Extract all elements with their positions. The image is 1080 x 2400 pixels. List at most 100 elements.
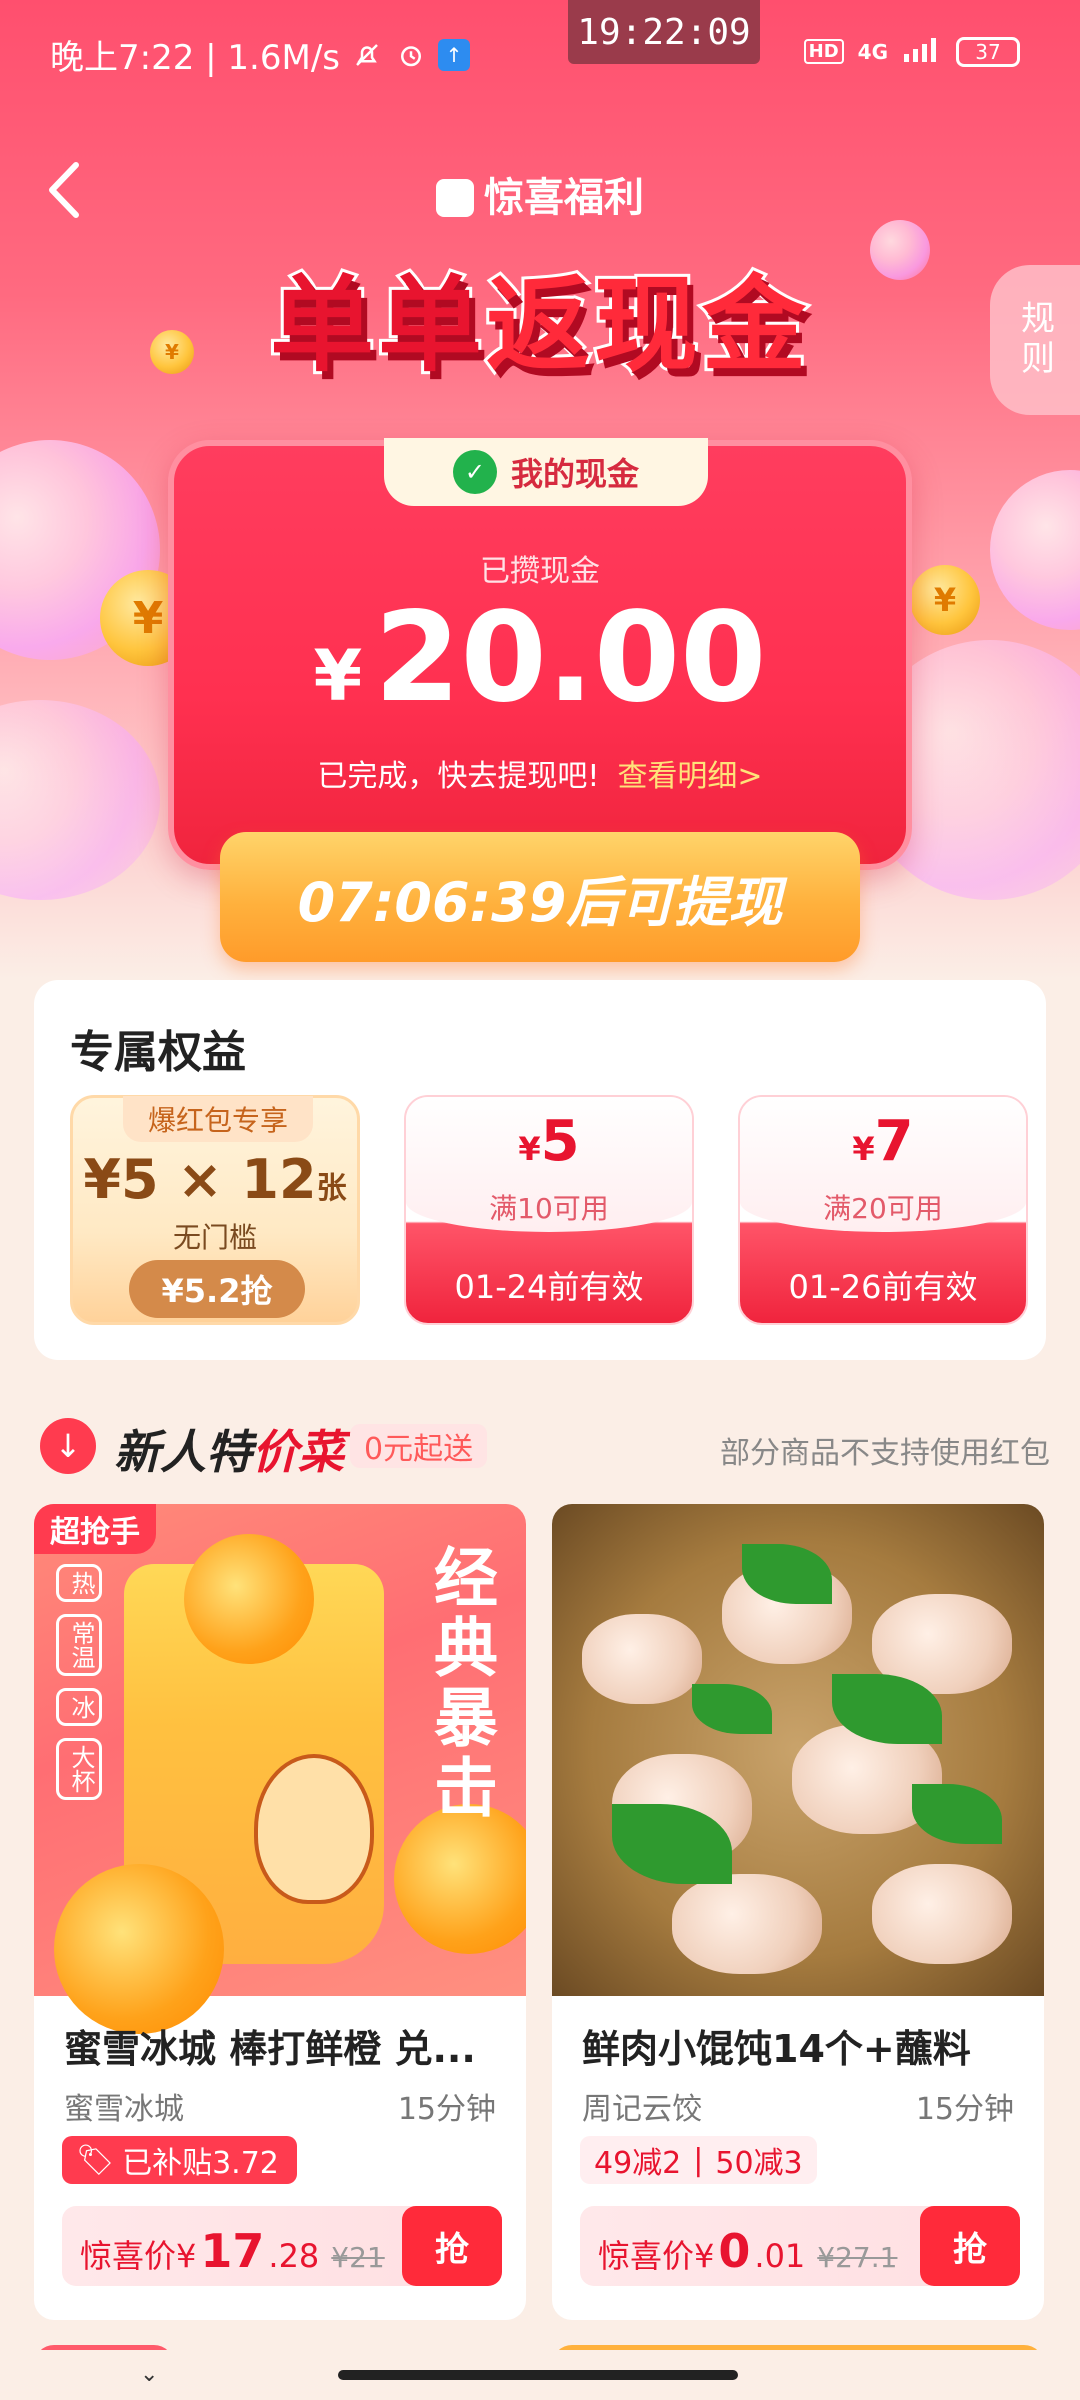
- app-notification-icon: ↑: [438, 38, 470, 71]
- section-title: 新人特价菜: [114, 1416, 344, 1482]
- status-clock: 19:22:09: [568, 0, 760, 64]
- home-gesture-handle[interactable]: [338, 2370, 738, 2380]
- price-label: 惊喜价¥: [598, 2237, 715, 2275]
- brand-text: 惊喜福利: [484, 175, 644, 221]
- grab-button[interactable]: 抢: [920, 2206, 1020, 2286]
- mute-bell-icon: [350, 38, 384, 72]
- product-card[interactable]: 鲜肉小馄饨14个+蘸料 周记云饺 15分钟 49减2 | 50减3 惊喜价¥ 0…: [552, 1504, 1044, 2320]
- tag-icon: 🏷: [76, 2142, 115, 2178]
- coupon-amount: 5: [540, 1109, 580, 1174]
- price-int: 17: [200, 2224, 265, 2278]
- decor-bubble: [0, 700, 160, 900]
- discount-tag: 49减2: [594, 2146, 682, 2181]
- status-bar: 晚上7:22 | 1.6M/s ↑ 19:22:09 HD 4G 37: [0, 0, 1080, 104]
- currency-symbol: ¥: [313, 635, 363, 717]
- coupon-card[interactable]: ¥5 满10可用 01-24前有效: [404, 1095, 694, 1325]
- system-nav-bar: ⌄: [0, 2350, 1080, 2400]
- price-int: 0: [718, 2224, 751, 2278]
- drink-options: 热 常温 冰 大杯: [56, 1564, 102, 1800]
- cash-amount: ¥20.00: [174, 586, 906, 730]
- product-image[interactable]: [552, 1504, 1044, 1996]
- wonton-shape: [672, 1874, 822, 1974]
- price-bar[interactable]: 惊喜价¥ 0.01 ¥27.1 抢: [580, 2206, 1020, 2286]
- discount-divider: |: [693, 2142, 704, 2178]
- discount-tags: 49减2 | 50减3: [580, 2136, 817, 2184]
- gift-icon: [436, 179, 474, 217]
- hot-badge: 超抢手: [34, 1504, 156, 1554]
- alarm-icon: [394, 38, 428, 72]
- benefits-panel: 专属权益 爆红包专享 ¥5 × 12张 无门槛 ¥5.2抢 ¥5 满10可用 0…: [34, 980, 1046, 1360]
- coupon-amount: 7: [874, 1109, 914, 1174]
- old-price: ¥21: [331, 2241, 385, 2274]
- price-bar[interactable]: 惊喜价¥ 17.28 ¥21 抢: [62, 2206, 502, 2286]
- coupon-expiry: 01-26前有效: [788, 1268, 978, 1306]
- amount-value: 20.00: [374, 586, 767, 730]
- bonus-unit: 张: [316, 1171, 347, 1206]
- bonus-grab-button[interactable]: ¥5.2抢: [129, 1260, 305, 1318]
- arrow-down-icon: ↓: [40, 1418, 96, 1474]
- saved-cash-label: 已攒现金: [480, 554, 600, 589]
- wonton-shape: [872, 1864, 1012, 1964]
- signal-icon: [902, 34, 942, 69]
- section-title-b: 价菜: [252, 1425, 344, 1479]
- benefits-title: 专属权益: [70, 1027, 246, 1078]
- orange-shape: [184, 1534, 314, 1664]
- coupon-currency: ¥: [518, 1130, 541, 1168]
- wechat-icon: ✓: [452, 450, 497, 494]
- delivery-time: 15分钟: [397, 2092, 496, 2127]
- bonus-tag: 爆红包专享: [123, 1096, 313, 1142]
- network-label: 4G: [857, 39, 888, 64]
- bonus-coupon-card[interactable]: 爆红包专享 ¥5 × 12张 无门槛 ¥5.2抢: [70, 1095, 360, 1325]
- product-name[interactable]: 鲜肉小馄饨14个+蘸料: [582, 2018, 1022, 2073]
- title-part-b: 返现金: [483, 261, 811, 389]
- withdraw-button[interactable]: 07:06:39后可提现: [220, 832, 860, 962]
- status-line: 已完成，快去提现吧! 查看明细>: [174, 751, 906, 795]
- view-details-link[interactable]: 查看明细>: [617, 759, 762, 794]
- brand-title: 惊喜福利: [0, 165, 1080, 223]
- herb-shape: [692, 1684, 772, 1734]
- decor-bubble: [990, 470, 1080, 630]
- option-tag: 冰: [56, 1688, 102, 1726]
- coin-icon: ¥: [910, 565, 980, 635]
- product-name[interactable]: 蜜雪冰城 棒打鲜橙 兑...: [64, 2018, 504, 2073]
- product-card[interactable]: 超抢手 热 常温 冰 大杯 经典暴击 蜜雪冰城 棒打鲜橙 兑... 蜜雪冰城 1…: [34, 1504, 526, 2320]
- chevron-down-icon[interactable]: ⌄: [140, 2362, 158, 2387]
- cash-card: ✓ 我的现金 已攒现金 ¥20.00 已完成，快去提现吧! 查看明细>: [168, 438, 912, 870]
- coupon-value: ¥5: [406, 1109, 692, 1174]
- herb-shape: [912, 1784, 1002, 1844]
- price-label: 惊喜价¥: [80, 2237, 197, 2275]
- option-tag: 大杯: [56, 1738, 102, 1800]
- orange-shape: [54, 1864, 224, 2034]
- price-info: 惊喜价¥ 17.28 ¥21: [80, 2206, 385, 2286]
- subsidy-text: 已补贴3.72: [122, 2146, 279, 2181]
- old-price: ¥27.1: [817, 2241, 898, 2274]
- option-tag: 常温: [56, 1614, 102, 1676]
- hd-badge: HD: [803, 39, 844, 64]
- status-left: 晚上7:22 | 1.6M/s ↑: [50, 30, 470, 79]
- rules-button[interactable]: 规则: [990, 265, 1080, 415]
- coupon-card[interactable]: ¥7 满20可用 01-26前有效: [738, 1095, 1028, 1325]
- section-title-a: 新人特: [114, 1425, 252, 1479]
- mascot-image: [254, 1754, 374, 1904]
- product-image[interactable]: 超抢手 热 常温 冰 大杯 经典暴击: [34, 1504, 526, 2034]
- option-tag: 热: [56, 1564, 102, 1602]
- price-dec: .01: [754, 2237, 806, 2275]
- bonus-value-text: ¥5 × 12: [83, 1148, 317, 1211]
- section-note: 部分商品不支持使用红包: [720, 1436, 1050, 1471]
- coupon-condition: 满20可用: [823, 1192, 943, 1225]
- coupon-condition: 满10可用: [489, 1192, 609, 1225]
- my-cash-tab: ✓ 我的现金: [384, 438, 708, 506]
- coupon-value: ¥7: [740, 1109, 1026, 1174]
- delivery-time: 15分钟: [915, 2092, 1014, 2127]
- subsidy-badge: 🏷 已补贴3.72: [62, 2136, 297, 2184]
- title-part-a: 单单: [267, 261, 486, 389]
- min-order-pill: 0元起送: [350, 1424, 488, 1468]
- section-header: ↓ 新人特价菜 0元起送 部分商品不支持使用红包: [40, 1410, 1050, 1480]
- status-time-speed: 晚上7:22 | 1.6M/s: [50, 38, 340, 78]
- wonton-shape: [582, 1614, 702, 1704]
- grab-button[interactable]: 抢: [402, 2206, 502, 2286]
- coupon-expiry: 01-24前有效: [454, 1268, 644, 1306]
- coupon-currency: ¥: [852, 1130, 875, 1168]
- status-right: HD 4G 37: [803, 34, 1020, 69]
- bonus-sub: 无门槛: [172, 1221, 257, 1254]
